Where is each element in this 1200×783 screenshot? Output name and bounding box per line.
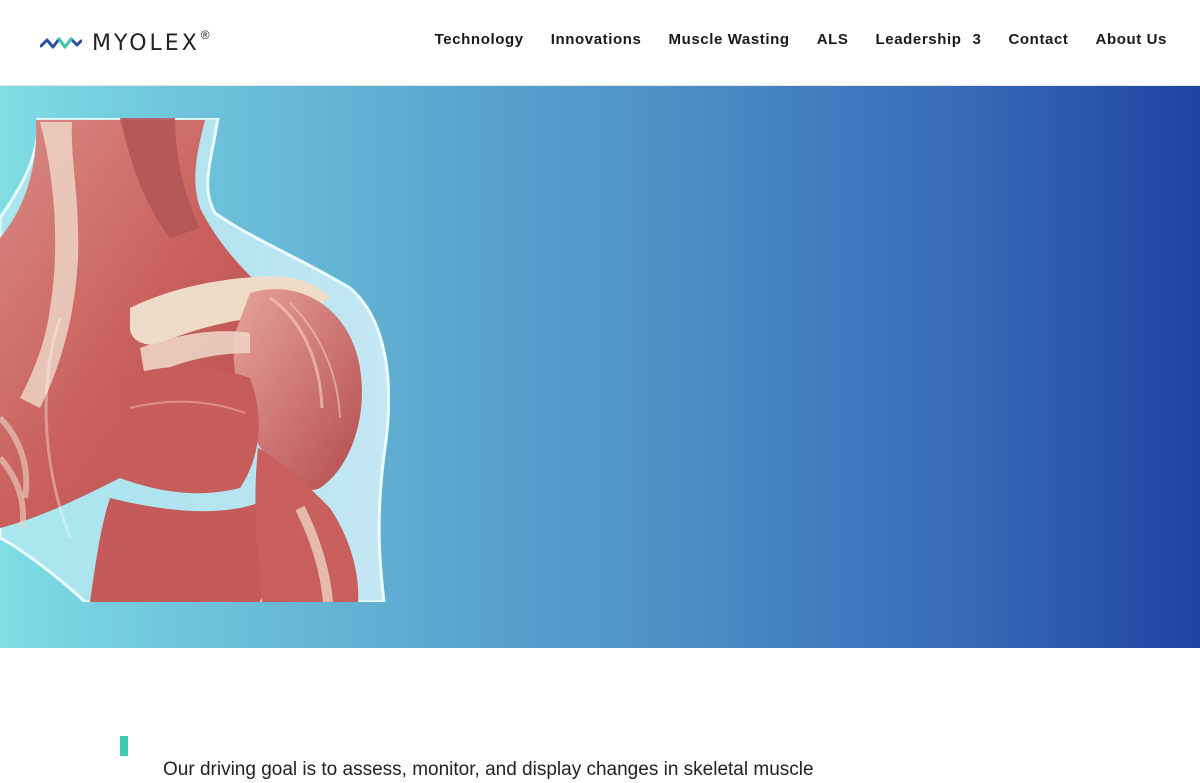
- nav-label: ALS: [816, 31, 849, 48]
- logo[interactable]: MYOLEX ®: [40, 28, 210, 58]
- nav-label: About Us: [1095, 31, 1167, 48]
- quote-accent-bar: [120, 736, 128, 756]
- nav-innovations[interactable]: Innovations: [551, 31, 642, 48]
- zigzag-wave-icon: [40, 37, 82, 49]
- nav-als[interactable]: ALS: [817, 31, 849, 48]
- shoulder-muscle-anatomy-image: [0, 118, 390, 602]
- chevron-down-icon: 3: [972, 31, 982, 48]
- nav-leadership[interactable]: Leadership 3: [876, 31, 982, 48]
- nav-label: Muscle Wasting: [668, 31, 790, 48]
- nav-label: Innovations: [550, 31, 642, 48]
- nav-about-us[interactable]: About Us: [1096, 31, 1167, 48]
- main-nav: Technology Innovations Muscle Wasting AL…: [435, 31, 1167, 48]
- nav-label: Contact: [1008, 31, 1069, 48]
- logo-text: MYOLEX: [92, 30, 200, 56]
- intro-text: Our driving goal is to assess, monitor, …: [163, 759, 814, 780]
- hero-banner: [0, 86, 1200, 648]
- nav-muscle-wasting[interactable]: Muscle Wasting: [668, 31, 789, 48]
- nav-label: Leadership: [875, 31, 962, 48]
- registered-mark: ®: [200, 28, 210, 42]
- nav-technology[interactable]: Technology: [435, 31, 524, 48]
- nav-contact[interactable]: Contact: [1008, 31, 1068, 48]
- site-header: MYOLEX ® Technology Innovations Muscle W…: [0, 0, 1200, 86]
- nav-label: Technology: [434, 31, 524, 48]
